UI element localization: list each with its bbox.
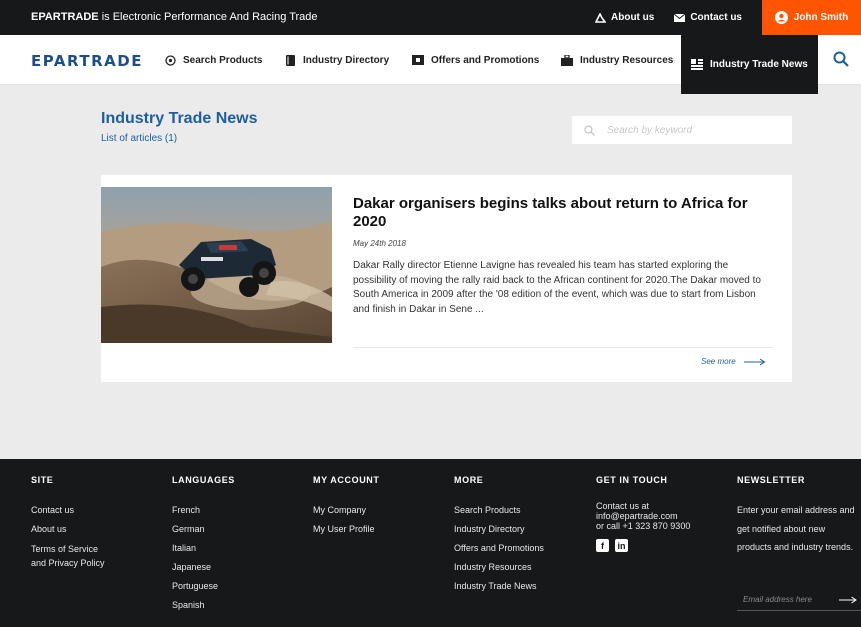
user-name: John Smith: [793, 12, 849, 23]
footer-heading: NEWSLETTER: [737, 475, 805, 485]
article-excerpt: Dakar Rally director Etienne Lavigne has…: [353, 260, 761, 315]
main-nav: EPARTRADE Search Products Industry Direc…: [0, 35, 861, 94]
footer-newsletter-column: NEWSLETTER Enter your email address and …: [737, 475, 859, 557]
footer-about-link[interactable]: About us: [31, 520, 105, 539]
language-german[interactable]: German: [172, 520, 235, 539]
footer-more-column: MORE Search Products Industry Directory …: [454, 475, 544, 596]
facebook-icon[interactable]: f: [596, 539, 609, 552]
see-more-label: See more: [701, 357, 736, 366]
newsletter-form: [737, 589, 861, 611]
page-title: Industry Trade News: [101, 110, 258, 127]
footer-offers-link[interactable]: Offers and Promotions: [454, 539, 544, 558]
footer-industry-directory-link[interactable]: Industry Directory: [454, 520, 544, 539]
language-spanish[interactable]: Spanish: [172, 596, 235, 615]
nav-industry-resources[interactable]: Industry Resources: [561, 35, 673, 85]
footer-contact-link[interactable]: Contact us: [31, 501, 105, 520]
footer-trade-news-link[interactable]: Industry Trade News: [454, 577, 544, 596]
contact-email[interactable]: info@epartrade.com: [596, 511, 690, 521]
search-icon: [584, 124, 595, 136]
card-divider: [353, 347, 773, 348]
language-portuguese[interactable]: Portuguese: [172, 577, 235, 596]
article-card[interactable]: Dakar organisers begins talks about retu…: [101, 175, 792, 382]
footer-languages-column: LANGUAGES French German Italian Japanese…: [172, 475, 235, 615]
arrow-right-icon: [743, 358, 766, 365]
footer-site-column: SITE Contact us About us Terms of Servic…: [31, 475, 105, 570]
nav-industry-trade-news[interactable]: Industry Trade News: [681, 35, 818, 94]
user-account-button[interactable]: John Smith: [762, 0, 861, 35]
language-french[interactable]: French: [172, 501, 235, 520]
footer-contact-column: GET IN TOUCH Contact us at info@epartrad…: [596, 475, 690, 552]
top-bar: EPARTRADE is Electronic Performance And …: [0, 0, 861, 35]
about-us-link[interactable]: About us: [595, 12, 654, 23]
nav-search-products[interactable]: Search Products: [164, 35, 262, 85]
see-more-link[interactable]: See more: [701, 357, 766, 366]
linkedin-icon[interactable]: in: [615, 539, 628, 552]
footer-resources-link[interactable]: Industry Resources: [454, 558, 544, 577]
envelope-icon: [674, 13, 686, 22]
about-icon: [595, 12, 606, 23]
article-title[interactable]: Dakar organisers begins talks about retu…: [353, 195, 773, 231]
language-italian[interactable]: Italian: [172, 539, 235, 558]
contact-us-link[interactable]: Contact us: [674, 12, 742, 23]
my-company-link[interactable]: My Company: [313, 501, 380, 520]
newsletter-description: Enter your email address and get notifie…: [737, 505, 855, 552]
footer-search-products-link[interactable]: Search Products: [454, 501, 544, 520]
about-us-label: About us: [611, 12, 655, 23]
epartrade-logo[interactable]: EPARTRADE: [31, 52, 143, 70]
footer-terms-link[interactable]: Terms of Service: [31, 542, 105, 556]
keyword-search[interactable]: [572, 116, 792, 144]
contact-intro: Contact us at: [596, 501, 650, 511]
site-tagline: EPARTRADE is Electronic Performance And …: [31, 11, 318, 23]
ticket-icon: [412, 54, 424, 66]
nav-label: Industry Directory: [303, 54, 390, 66]
news-icon: [691, 59, 703, 71]
tagline-brand: EPARTRADE: [31, 11, 99, 23]
nav-label: Industry Trade News: [710, 59, 808, 70]
newsletter-email-input[interactable]: [737, 595, 827, 604]
article-image[interactable]: [101, 187, 332, 343]
nav-label: Search Products: [183, 54, 263, 66]
footer-heading: LANGUAGES: [172, 475, 235, 485]
my-user-profile-link[interactable]: My User Profile: [313, 520, 380, 539]
user-icon: [774, 11, 788, 24]
contact-us-label: Contact us: [690, 12, 742, 23]
nav-label: Industry Resources: [580, 54, 674, 66]
nav-industry-directory[interactable]: Industry Directory: [284, 35, 389, 85]
article-date: May 24th 2018: [353, 239, 406, 248]
article-count: List of articles (1): [101, 133, 178, 144]
language-japanese[interactable]: Japanese: [172, 558, 235, 577]
footer-privacy-link[interactable]: and Privacy Policy: [31, 556, 105, 570]
briefcase-icon: [561, 54, 573, 66]
keyword-search-input[interactable]: [607, 124, 777, 136]
footer-heading: SITE: [31, 475, 54, 485]
contact-phone[interactable]: or call +1 323 870 9300: [596, 521, 690, 531]
footer-account-column: MY ACCOUNT My Company My User Profile: [313, 475, 380, 539]
tagline-text: is Electronic Performance And Racing Tra…: [98, 11, 318, 23]
nav-offers-promotions[interactable]: Offers and Promotions: [412, 35, 539, 85]
footer-heading: GET IN TOUCH: [596, 475, 668, 485]
submit-arrow-icon[interactable]: [839, 596, 857, 604]
target-icon: [164, 54, 176, 66]
nav-label: Offers and Promotions: [431, 54, 540, 66]
search-icon[interactable]: [833, 51, 849, 72]
footer-heading: MY ACCOUNT: [313, 475, 380, 485]
footer-heading: MORE: [454, 475, 484, 485]
site-footer: SITE Contact us About us Terms of Servic…: [0, 459, 861, 627]
book-icon: [284, 54, 296, 66]
